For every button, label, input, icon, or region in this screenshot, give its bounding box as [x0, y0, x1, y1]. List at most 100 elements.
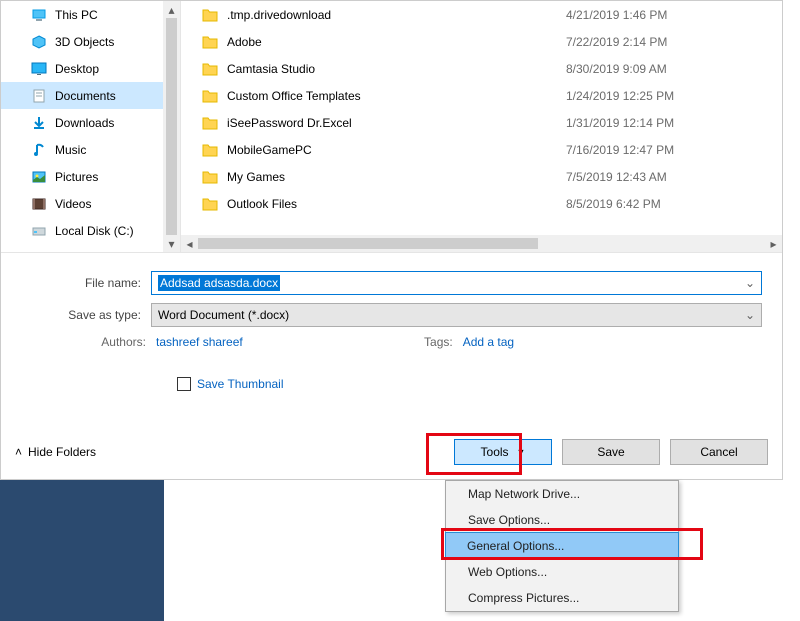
file-date: 1/24/2019 12:25 PM: [566, 89, 674, 103]
menu-item-save-options[interactable]: Save Options...: [446, 507, 678, 533]
navigation-sidebar: This PC 3D Objects Desktop Documents Downloa…: [1, 1, 181, 252]
scroll-right-icon[interactable]: ▸: [765, 235, 782, 252]
file-row[interactable]: MobileGamePC 7/16/2019 12:47 PM: [181, 136, 782, 163]
saveas-select[interactable]: Word Document (*.docx) ⌄: [151, 303, 762, 327]
save-thumbnail-checkbox[interactable]: [177, 377, 191, 391]
file-date: 8/5/2019 6:42 PM: [566, 197, 661, 211]
pictures-icon: [31, 169, 47, 185]
file-row[interactable]: Outlook Files 8/5/2019 6:42 PM: [181, 190, 782, 217]
sidebar-item-videos[interactable]: Videos: [1, 190, 180, 217]
sidebar-item-this-pc[interactable]: This PC: [1, 1, 180, 28]
menu-item-general-options[interactable]: General Options...: [445, 532, 679, 560]
disk-icon: [31, 223, 47, 239]
authors-value[interactable]: tashreef shareef: [156, 335, 243, 349]
sidebar-item-label: 3D Objects: [55, 35, 114, 49]
sidebar-item-label: Documents: [55, 89, 116, 103]
file-row[interactable]: .tmp.drivedownload 4/21/2019 1:46 PM: [181, 1, 782, 28]
sidebar-item-label: Downloads: [55, 116, 114, 130]
sidebar-item-label: Local Disk (C:): [55, 224, 134, 238]
save-thumbnail-label[interactable]: Save Thumbnail: [197, 377, 284, 391]
file-date: 8/30/2019 9:09 AM: [566, 62, 667, 76]
sidebar-item-label: This PC: [55, 8, 98, 22]
file-name: iSeePassword Dr.Excel: [227, 116, 352, 130]
folder-icon: [201, 60, 219, 78]
tools-button[interactable]: Tools ▼: [454, 439, 552, 465]
chevron-up-icon: ˄: [15, 445, 22, 459]
authors-label: Authors:: [71, 335, 156, 349]
file-date: 7/22/2019 2:14 PM: [566, 35, 667, 49]
filename-label: File name:: [21, 276, 151, 290]
folder-icon: [201, 33, 219, 51]
saveas-value: Word Document (*.docx): [158, 308, 289, 322]
file-date: 4/21/2019 1:46 PM: [566, 8, 667, 22]
hide-folders-button[interactable]: ˄ Hide Folders: [15, 445, 96, 459]
sidebar-item-local-disk-c-[interactable]: Local Disk (C:): [1, 217, 180, 244]
filename-value: Addsad adsasda.docx: [158, 275, 280, 291]
file-row[interactable]: iSeePassword Dr.Excel1/31/2019 12:14 PM: [181, 109, 782, 136]
scroll-thumb[interactable]: [166, 18, 177, 235]
sidebar-scrollbar[interactable]: ▴ ▾: [163, 1, 180, 252]
background-app-panel: [0, 480, 164, 621]
sidebar-item-3d-objects[interactable]: 3D Objects: [1, 28, 180, 55]
pc-icon: [31, 7, 47, 23]
sidebar-item-documents[interactable]: Documents: [1, 82, 180, 109]
file-list: .tmp.drivedownload 4/21/2019 1:46 PM Adobe…: [181, 1, 782, 252]
save-dialog: This PC 3D Objects Desktop Documents Downloa…: [0, 0, 783, 480]
file-name: Custom Office Templates: [227, 89, 361, 103]
scroll-left-icon[interactable]: ◂: [181, 235, 198, 252]
file-name: .tmp.drivedownload: [227, 8, 331, 22]
sidebar-item-label: Pictures: [55, 170, 98, 184]
button-bar: ˄ Hide Folders Tools ▼ Save Cancel: [1, 439, 782, 465]
videos-icon: [31, 196, 47, 212]
tools-dropdown-menu: Map Network Drive...Save Options...Gener…: [445, 480, 679, 612]
tags-value[interactable]: Add a tag: [463, 335, 514, 349]
file-name: Adobe: [227, 35, 262, 49]
menu-item-map-network-drive[interactable]: Map Network Drive...: [446, 481, 678, 507]
cancel-button[interactable]: Cancel: [670, 439, 768, 465]
file-date: 7/16/2019 12:47 PM: [566, 143, 674, 157]
sidebar-item-downloads[interactable]: Downloads: [1, 109, 180, 136]
file-date: 7/5/2019 12:43 AM: [566, 170, 667, 184]
folder-icon: [201, 195, 219, 213]
folder-icon: [201, 168, 219, 186]
filename-input[interactable]: Addsad adsasda.docx ⌄: [151, 271, 762, 295]
sidebar-item-label: Videos: [55, 197, 91, 211]
chevron-down-icon[interactable]: ⌄: [745, 308, 755, 322]
music-icon: [31, 142, 47, 158]
file-row[interactable]: Camtasia Studio 8/30/2019 9:09 AM: [181, 55, 782, 82]
file-row[interactable]: Adobe 7/22/2019 2:14 PM: [181, 28, 782, 55]
sidebar-item-music[interactable]: Music: [1, 136, 180, 163]
tags-label: Tags:: [423, 335, 463, 349]
saveas-label: Save as type:: [21, 308, 151, 322]
dropdown-arrow-icon: ▼: [517, 447, 526, 457]
3d-icon: [31, 34, 47, 50]
hscroll-thumb[interactable]: [198, 238, 538, 249]
horizontal-scrollbar[interactable]: ◂ ▸: [181, 235, 782, 252]
sidebar-item-pictures[interactable]: Pictures: [1, 163, 180, 190]
tools-label: Tools: [481, 445, 509, 459]
sidebar-item-label: Music: [55, 143, 86, 157]
sidebar-item-label: Desktop: [55, 62, 99, 76]
menu-item-compress-pictures[interactable]: Compress Pictures...: [446, 585, 678, 611]
save-label: Save: [597, 445, 624, 459]
folder-icon: [201, 141, 219, 159]
file-row[interactable]: Custom Office Templates 1/24/2019 12:25 P…: [181, 82, 782, 109]
folder-icon: [201, 114, 219, 132]
file-name: My Games: [227, 170, 285, 184]
documents-icon: [31, 88, 47, 104]
menu-item-web-options[interactable]: Web Options...: [446, 559, 678, 585]
file-name: MobileGamePC: [227, 143, 312, 157]
scroll-up-icon[interactable]: ▴: [163, 1, 180, 18]
chevron-down-icon[interactable]: ⌄: [745, 276, 755, 290]
form-area: File name: Addsad adsasda.docx ⌄ Save as…: [1, 253, 782, 403]
downloads-icon: [31, 115, 47, 131]
file-name: Camtasia Studio: [227, 62, 315, 76]
sidebar-item-desktop[interactable]: Desktop: [1, 55, 180, 82]
scroll-down-icon[interactable]: ▾: [163, 235, 180, 252]
folder-icon: [201, 6, 219, 24]
desktop-icon: [31, 61, 47, 77]
save-button[interactable]: Save: [562, 439, 660, 465]
folder-icon: [201, 87, 219, 105]
file-name: Outlook Files: [227, 197, 297, 211]
file-row[interactable]: My Games 7/5/2019 12:43 AM: [181, 163, 782, 190]
